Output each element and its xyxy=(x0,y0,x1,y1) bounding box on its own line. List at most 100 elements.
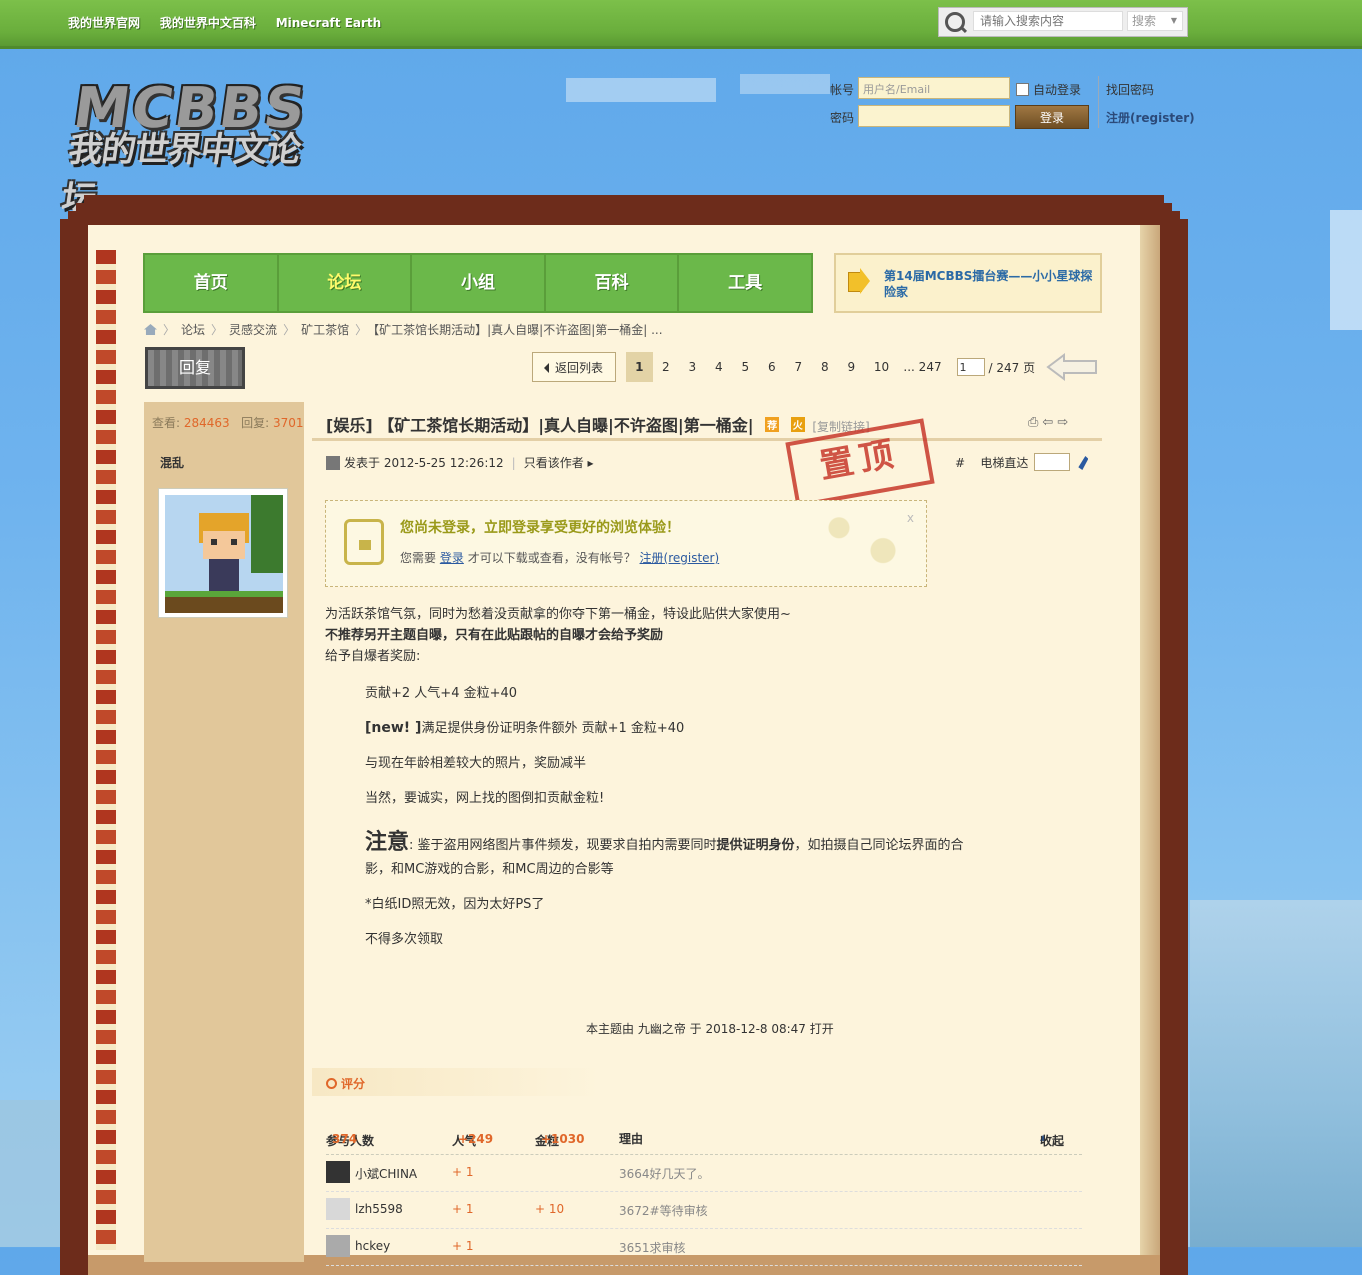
collapse-link[interactable]: 收起 ▴ xyxy=(1040,1130,1064,1148)
hot-icon: 火 xyxy=(790,417,805,432)
content-paragraph: 给予自爆者奖励: xyxy=(325,649,421,664)
rating-header: 评分 xyxy=(312,1068,602,1096)
participants-count: 374 xyxy=(332,1132,358,1146)
content-line: 贡献+2 人气+4 金粒+40 xyxy=(365,686,518,701)
avatar[interactable] xyxy=(326,1235,350,1257)
page-jump-input[interactable]: 1 xyxy=(956,358,985,376)
link-minecraft-official[interactable]: 我的世界官网 xyxy=(68,16,140,30)
lock-icon xyxy=(344,519,384,565)
login-prompt-text: 您需要 登录 才可以下载或查看，没有帐号？ 注册(register) xyxy=(400,551,720,565)
announcement[interactable]: 第14届MCBBS擂台赛——小小星球探险家 xyxy=(834,253,1102,313)
page-link[interactable]: 2 xyxy=(653,352,680,382)
print-icon[interactable]: ⎙ xyxy=(1028,415,1042,430)
search-input[interactable] xyxy=(973,11,1123,31)
top-links: 我的世界官网 我的世界中文百科 Minecraft Earth xyxy=(60,14,389,31)
reply-button[interactable]: 回复 xyxy=(145,347,245,389)
recommend-icon: 荐 xyxy=(765,417,780,432)
username-input[interactable]: 用户名/Email xyxy=(858,77,1010,99)
post-time: 发表于 2012-5-25 12:26:12 xyxy=(344,456,504,470)
home-icon[interactable] xyxy=(144,324,157,335)
next-thread-icon[interactable]: ⇨ xyxy=(1057,415,1072,430)
only-author-link[interactable]: 只看该作者 xyxy=(524,456,584,470)
decoration-icons xyxy=(806,505,916,581)
thread-title-text: [娱乐] 【矿工茶馆长期活动】|真人自曝|不许盗图|第一桶金| xyxy=(326,416,754,435)
pagination: 返回列表 1 2 3 4 5 6 7 8 9 10 ... 247 1 / 24… xyxy=(532,351,1035,383)
rating-user[interactable]: 小斌CHINA xyxy=(355,1165,417,1182)
avatar[interactable] xyxy=(326,1198,350,1220)
search-icon[interactable] xyxy=(945,12,965,32)
page-link[interactable]: 9 xyxy=(838,352,865,382)
breadcrumb: 〉论坛〉灵感交流〉矿工茶馆〉【矿工茶馆长期活动】|真人自曝|不许盗图|第一桶金|… xyxy=(144,321,663,338)
replies-count: 3701 xyxy=(273,416,304,430)
auto-login-checkbox[interactable] xyxy=(1016,83,1029,96)
table-row: hckey + 1 3651求审核 xyxy=(326,1229,1082,1266)
login-button[interactable]: 登录 xyxy=(1015,105,1089,129)
elevator-label: 电梯直达 xyxy=(980,456,1029,470)
floor-jump: # 电梯直达 xyxy=(955,453,1089,471)
page-link[interactable]: 3 xyxy=(679,352,706,382)
page-link[interactable]: 7 xyxy=(785,352,812,382)
page-link[interactable]: 5 xyxy=(732,352,759,382)
thread-tools: ⎙⇦⇨ xyxy=(1028,415,1072,430)
announcement-text[interactable]: 第14届MCBBS擂台赛——小小星球探险家 xyxy=(884,268,1094,300)
background-terrain xyxy=(1190,900,1362,1247)
breadcrumb-thread[interactable]: 【矿工茶馆长期活动】|真人自曝|不许盗图|第一桶金| ... xyxy=(373,323,662,337)
avatar[interactable] xyxy=(326,1161,350,1183)
rating-user[interactable]: lzh5598 xyxy=(355,1202,403,1216)
breadcrumb-inspiration[interactable]: 灵感交流 xyxy=(229,323,277,337)
page-link[interactable]: 4 xyxy=(706,352,733,382)
online-status-icon xyxy=(326,456,340,470)
nav-wiki[interactable]: 百科 xyxy=(546,255,680,311)
account-label: 帐号 xyxy=(830,83,855,97)
nav-tools[interactable]: 工具 xyxy=(679,255,811,311)
content-paragraph: 不推荐另开主题自曝，只有在此贴跟帖的自曝才会给予奖励 xyxy=(325,628,664,643)
content-paragraph: 为活跃茶馆气氛，同时为愁着没贡献拿的你夺下第一桶金，特设此贴供大家使用~ xyxy=(325,607,791,622)
content-line: 不得多次领取 xyxy=(365,932,444,947)
rating-table-header: 参与人数 374 人气 +249 金粒 +1030 理由 收起 ▴ xyxy=(326,1128,1082,1155)
password-label: 密码 xyxy=(830,111,855,125)
book-spine xyxy=(96,250,116,1250)
nav-groups[interactable]: 小组 xyxy=(412,255,546,311)
prompt-login-link[interactable]: 登录 xyxy=(440,551,464,565)
author-name[interactable]: 混乱 xyxy=(160,454,184,471)
divider xyxy=(312,438,1102,441)
close-icon[interactable]: x xyxy=(907,511,914,525)
page-link-last[interactable]: ... 247 xyxy=(899,352,947,382)
content-line: 影，和MC游戏的合影，和MC周边的合影等 xyxy=(365,862,614,877)
page-link[interactable]: 6 xyxy=(759,352,786,382)
prev-thread-icon[interactable]: ⇦ xyxy=(1042,415,1057,430)
rating-user[interactable]: hckey xyxy=(355,1239,390,1253)
breadcrumb-forum[interactable]: 论坛 xyxy=(181,323,205,337)
thread-stats: 查看: 284463 回复: 3701 xyxy=(152,416,304,430)
page-link[interactable]: 8 xyxy=(812,352,839,382)
divider xyxy=(1098,76,1099,128)
content-line: [new! ]满足提供身份证明条件额外 贡献+1 金粒+40 xyxy=(365,720,685,736)
back-to-list-button[interactable]: 返回列表 xyxy=(532,352,617,382)
site-logo[interactable]: MCBBS 我的世界中文论坛 xyxy=(59,76,328,219)
breadcrumb-teahouse[interactable]: 矿工茶馆 xyxy=(301,323,349,337)
find-password-link[interactable]: 找回密码 xyxy=(1106,81,1154,98)
register-link[interactable]: 注册(register) xyxy=(1106,109,1195,126)
cloud xyxy=(740,74,830,94)
go-icon[interactable] xyxy=(1078,456,1089,470)
rating-title: 评分 xyxy=(326,1075,365,1092)
floor-input[interactable] xyxy=(1034,453,1071,471)
link-minecraft-earth[interactable]: Minecraft Earth xyxy=(276,16,382,30)
rating-table: 参与人数 374 人气 +249 金粒 +1030 理由 收起 ▴ 小斌CHINA +… xyxy=(326,1128,1082,1266)
avatar[interactable] xyxy=(158,488,288,618)
book-page-edge xyxy=(1140,225,1160,1255)
page-total: / 247 页 xyxy=(988,360,1036,375)
nav-forum[interactable]: 论坛 xyxy=(279,255,413,311)
nav-home[interactable]: 首页 xyxy=(145,255,279,311)
link-minecraft-wiki[interactable]: 我的世界中文百科 xyxy=(160,16,256,30)
search-type-select[interactable]: 搜索 xyxy=(1127,11,1183,31)
post-meta: 发表于 2012-5-25 12:26:12 | 只看该作者 ▸ xyxy=(326,454,594,471)
table-row: 小斌CHINA + 1 3664好几天了。 xyxy=(326,1155,1082,1192)
next-page-arrow-icon[interactable] xyxy=(1046,353,1098,381)
password-input[interactable] xyxy=(858,105,1010,127)
content-line: *白纸ID照无效，因为太好PS了 xyxy=(365,897,545,912)
main-nav: 首页 论坛 小组 百科 工具 xyxy=(143,253,813,313)
page-link[interactable]: 10 xyxy=(865,352,899,382)
speaker-icon xyxy=(848,268,870,294)
prompt-register-link[interactable]: 注册(register) xyxy=(640,551,720,565)
